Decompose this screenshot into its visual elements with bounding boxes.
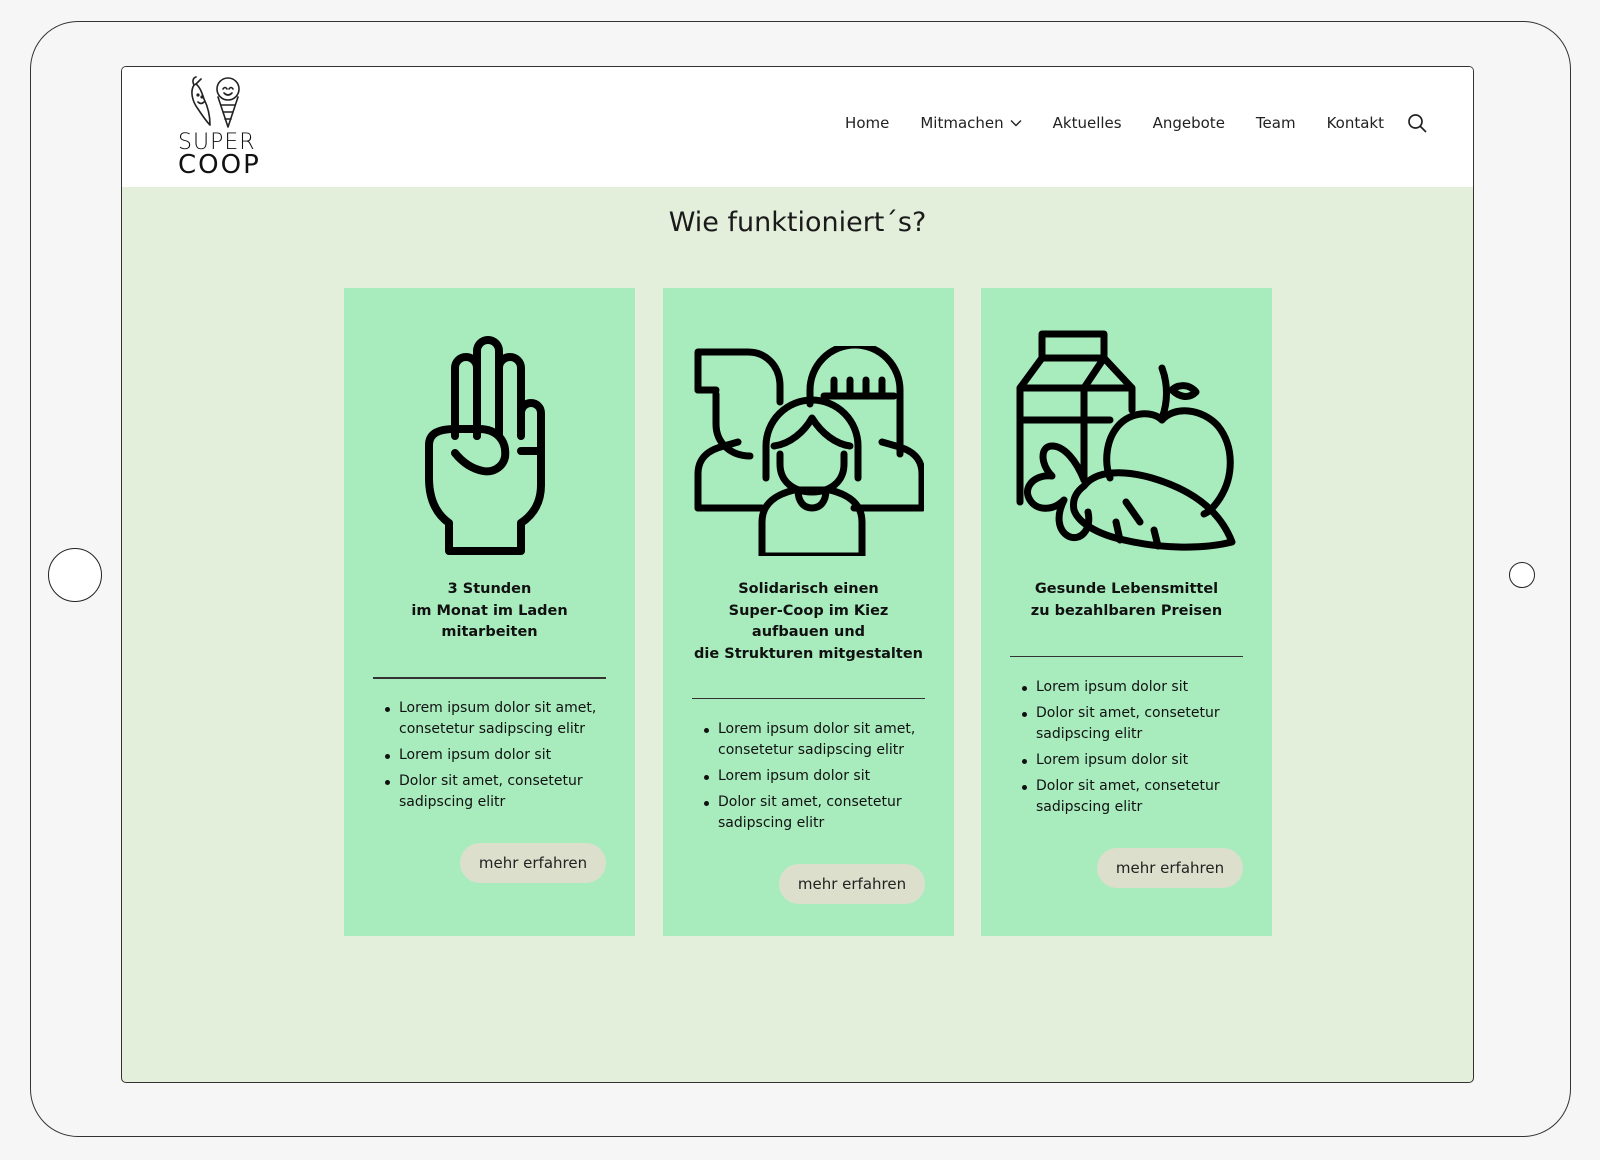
logo-wordmark: SUPER COOP [178, 131, 261, 180]
nav-item-angebote[interactable]: Angebote [1153, 114, 1225, 132]
list-item: Lorem ipsum dolor sit amet, consetetur s… [704, 719, 944, 761]
card-title: Solidarisch einen Super-Coop im Kiez auf… [694, 581, 923, 662]
list-item: Dolor sit amet, consetetur sadipscing el… [385, 771, 625, 813]
search-icon[interactable] [1407, 113, 1427, 133]
card-bullet-list: Lorem ipsum dolor sit amet, consetetur s… [704, 719, 944, 839]
main-navigation: Home Mitmachen Aktuelles Angebote Team K… [845, 113, 1427, 133]
card-bullet-list: Lorem ipsum dolor sit Dolor sit amet, co… [1022, 677, 1262, 823]
list-item: Lorem ipsum dolor sit [704, 766, 944, 787]
nav-item-team[interactable]: Team [1256, 114, 1296, 132]
groceries-milk-apple-carrot-icon [1016, 330, 1235, 551]
tablet-home-button [48, 548, 102, 602]
list-item: Lorem ipsum dolor sit amet, consetetur s… [385, 698, 625, 740]
nav-item-mitmachen[interactable]: Mitmachen [920, 114, 1022, 132]
community-people-icon [694, 346, 924, 556]
card-divider [373, 677, 606, 679]
card-divider [1010, 656, 1243, 657]
mehr-erfahren-button[interactable]: mehr erfahren [779, 864, 925, 904]
card-three-hours: 3 Stunden im Monat im Laden mitarbeiten … [344, 288, 635, 936]
list-item: Lorem ipsum dolor sit [1022, 750, 1262, 771]
three-fingers-hand-icon [424, 336, 545, 555]
tablet-camera [1509, 562, 1535, 588]
nav-item-home[interactable]: Home [845, 114, 889, 132]
card-healthy-food: Gesunde Lebensmittel zu bezahlbaren Prei… [981, 288, 1272, 936]
section-title: Wie funktioniert´s? [668, 207, 927, 238]
mehr-erfahren-button[interactable]: mehr erfahren [1097, 848, 1243, 888]
pepper-icecream-logo-icon [191, 76, 240, 128]
list-item: Dolor sit amet, consetetur sadipscing el… [704, 792, 944, 834]
card-divider [692, 698, 925, 699]
logo-line-coop: COOP [178, 150, 261, 180]
site-header: SUPER COOP Home Mitmachen Aktuelles Ange… [122, 67, 1473, 187]
list-item: Lorem ipsum dolor sit [1022, 677, 1262, 698]
nav-item-kontakt[interactable]: Kontakt [1327, 114, 1384, 132]
nav-item-mitmachen-label: Mitmachen [920, 114, 1004, 132]
list-item: Dolor sit amet, consetetur sadipscing el… [1022, 703, 1262, 745]
card-solidarity: Solidarisch einen Super-Coop im Kiez auf… [663, 288, 954, 936]
nav-item-aktuelles[interactable]: Aktuelles [1053, 114, 1122, 132]
mehr-erfahren-button[interactable]: mehr erfahren [460, 843, 606, 883]
website-screen: SUPER COOP Home Mitmachen Aktuelles Ange… [121, 66, 1474, 1083]
card-title: 3 Stunden im Monat im Laden mitarbeiten [411, 581, 568, 640]
list-item: Lorem ipsum dolor sit [385, 745, 625, 766]
chevron-down-icon [1010, 120, 1022, 127]
card-title: Gesunde Lebensmittel zu bezahlbaren Prei… [1030, 581, 1223, 619]
site-logo[interactable]: SUPER COOP [178, 75, 268, 180]
list-item: Dolor sit amet, consetetur sadipscing el… [1022, 776, 1262, 818]
card-bullet-list: Lorem ipsum dolor sit amet, consetetur s… [385, 698, 625, 818]
